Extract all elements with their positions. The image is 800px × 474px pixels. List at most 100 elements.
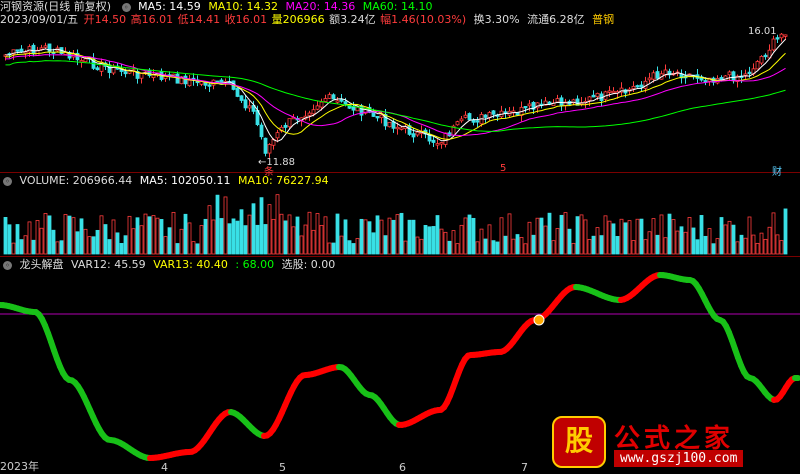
volume-bar	[563, 212, 568, 255]
event-marker-3[interactable]: 财	[772, 163, 782, 178]
x-axis-label-7: 7	[521, 461, 528, 474]
volume-bar	[519, 237, 524, 255]
volume-bar	[267, 204, 272, 255]
volume-bar	[715, 238, 720, 255]
volume-bar	[623, 222, 628, 255]
volume-bar	[775, 234, 780, 255]
volume-bar	[771, 212, 776, 255]
volume-bar	[95, 229, 100, 255]
volume-bar	[83, 228, 88, 255]
volume-bar	[499, 217, 504, 255]
candle-body	[411, 133, 416, 138]
volume-bar	[783, 208, 788, 255]
volume-bar	[235, 220, 240, 255]
volume-bar	[675, 230, 680, 255]
event-marker-2[interactable]: 5	[500, 163, 506, 174]
candle-body	[243, 99, 248, 109]
chart-canvas[interactable]	[0, 0, 800, 474]
volume-bar	[459, 224, 464, 255]
volume-bar	[711, 243, 716, 255]
volume-bar	[47, 215, 52, 255]
volume-bar	[311, 229, 316, 255]
volume-bar	[411, 219, 416, 255]
candle-body	[183, 75, 188, 85]
volume-bar	[355, 238, 360, 255]
volume-bar	[43, 213, 48, 255]
volume-bar	[63, 214, 68, 255]
volume-bar	[539, 217, 544, 255]
volume-bar	[299, 235, 304, 255]
candle-body	[779, 33, 784, 39]
volume-bar	[739, 234, 744, 255]
x-axis-label-6: 6	[399, 461, 406, 474]
candle-body	[727, 71, 732, 76]
candle-body	[515, 112, 520, 116]
volume-bar	[203, 218, 208, 255]
volume-bar	[699, 215, 704, 255]
volume-bar	[691, 227, 696, 255]
volume-bar	[767, 226, 772, 255]
volume-bar	[479, 228, 484, 255]
candle-body	[655, 71, 660, 79]
volume-bar	[407, 219, 412, 255]
volume-bar	[399, 212, 404, 255]
volume-bar	[39, 227, 44, 255]
volume-bar	[75, 231, 80, 255]
volume-bar	[547, 212, 552, 255]
volume-bar	[227, 223, 232, 255]
volume-bar	[555, 228, 560, 255]
volume-bar	[275, 194, 280, 255]
volume-bar	[619, 218, 624, 255]
volume-bar	[591, 235, 596, 255]
volume-bar	[747, 216, 752, 255]
x-axis-label-year: 2023年	[0, 460, 39, 473]
volume-bar	[183, 213, 188, 255]
volume-bar	[495, 241, 500, 255]
volume-bar	[531, 234, 536, 255]
volume-bar	[27, 221, 32, 255]
candle-body	[399, 127, 404, 130]
candle-body	[639, 84, 644, 88]
candle-body	[323, 98, 328, 102]
volume-bar	[303, 224, 308, 255]
candle-body	[175, 73, 180, 84]
volume-bar	[243, 225, 248, 255]
volume-bar	[255, 224, 260, 255]
volume-bar	[503, 235, 508, 255]
candle-body	[591, 94, 596, 98]
volume-bar	[587, 239, 592, 255]
event-marker-1[interactable]: 条	[264, 163, 274, 178]
candle-body	[635, 85, 640, 88]
volume-bar	[131, 228, 136, 255]
candle-body	[315, 105, 320, 110]
candle-body	[747, 71, 752, 75]
volume-bar	[199, 225, 204, 255]
volume-bar	[427, 226, 432, 255]
volume-bar	[543, 225, 548, 255]
volume-bar	[659, 214, 664, 255]
volume-bar	[35, 220, 40, 255]
volume-bar	[175, 243, 180, 255]
volume-bar	[327, 242, 332, 255]
volume-bar	[759, 232, 764, 255]
watermark: 股 公式之家 www.gszj100.com	[552, 416, 792, 470]
volume-bar	[483, 238, 488, 255]
volume-bar	[695, 239, 700, 255]
candle-body	[783, 34, 788, 37]
candle-body	[187, 79, 192, 87]
candle-body	[327, 94, 332, 99]
volume-bar	[87, 236, 92, 255]
watermark-logo: 股	[552, 416, 606, 468]
volume-bar	[435, 215, 440, 255]
volume-bar	[527, 221, 532, 255]
volume-bar	[111, 219, 116, 255]
volume-bar	[387, 217, 392, 255]
candle-body	[379, 114, 384, 119]
volume-bar	[23, 235, 28, 255]
candle-body	[27, 46, 32, 53]
candle-body	[395, 126, 400, 130]
volume-bar	[167, 227, 172, 255]
volume-bar	[367, 221, 372, 255]
signal-marker-icon	[533, 314, 545, 326]
candle-body	[475, 120, 480, 123]
